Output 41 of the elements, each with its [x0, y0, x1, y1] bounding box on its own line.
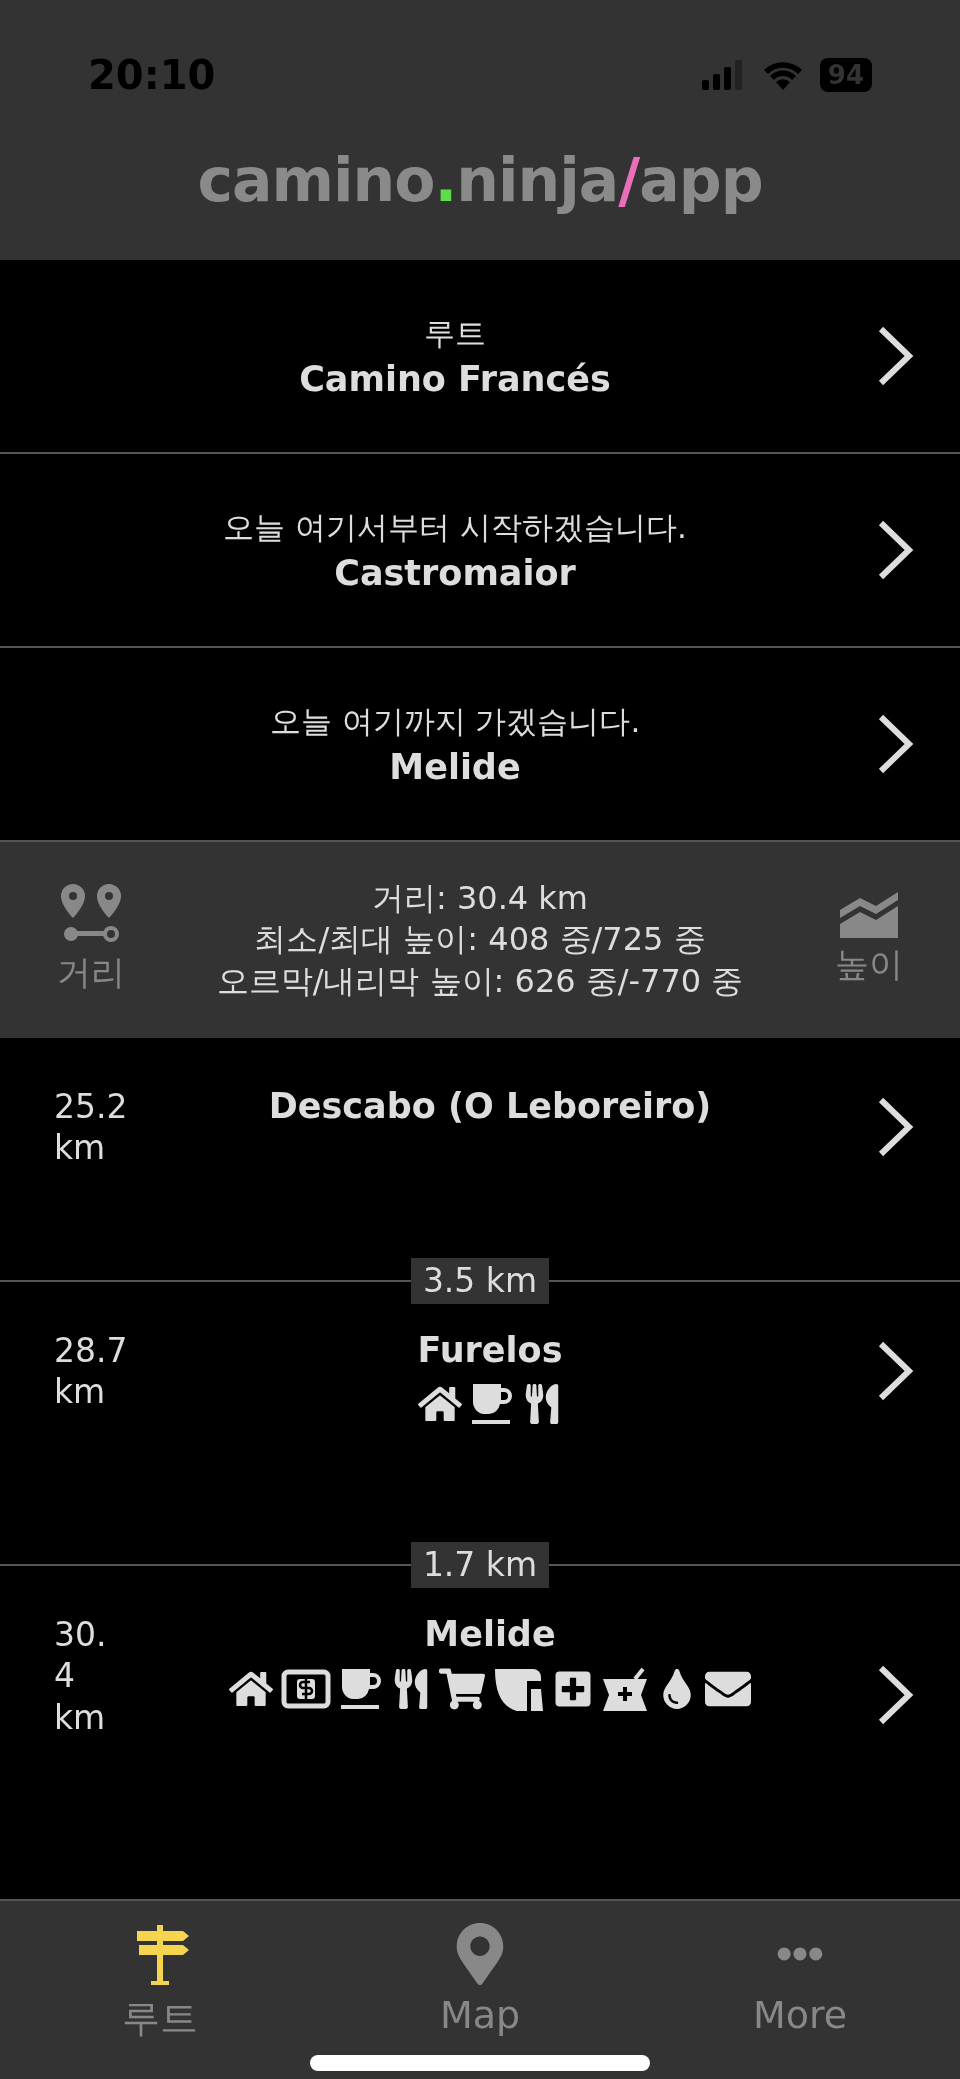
tab-label: Map: [439, 1993, 521, 2037]
chevron-right-icon: [876, 1664, 914, 1726]
selector-value: Camino Francés: [299, 359, 611, 399]
route-selector[interactable]: 루트 Camino Francés: [0, 260, 960, 454]
tab[interactable]: More: [640, 1901, 960, 2079]
segment-distance: 1.7 km: [410, 1541, 550, 1589]
tab[interactable]: 루트: [0, 1901, 320, 2079]
banknote-icon: [281, 1669, 331, 1709]
stop-name: Furelos: [417, 1330, 563, 1370]
stop-row[interactable]: 30. 4 km Melide: [0, 1592, 960, 1895]
chevron-right-icon: [876, 713, 914, 775]
selector-value: Castromaior: [334, 553, 576, 593]
stop-name: Melide: [424, 1614, 556, 1654]
route-summary: 거리: 30.4 km 최소/최대 높이: 408 중/725 중 오르막/내리막 높이: 626 중/-770 중: [216, 877, 744, 1002]
selector-value: Melide: [389, 747, 521, 787]
mortar-icon: [601, 1667, 649, 1711]
tab-label: 루트: [122, 1995, 198, 2042]
chevron-right-icon: [876, 1340, 914, 1402]
route-selector[interactable]: 오늘 여기서부터 시작하겠습니다. Castromaior: [0, 454, 960, 648]
shopping-cart-icon: [439, 1666, 485, 1712]
selector-label: 루트: [424, 314, 486, 353]
stop-name: Descabo (O Leboreiro): [268, 1086, 712, 1126]
chevron-right-icon: [876, 325, 914, 387]
coffee-cup-icon: [339, 1667, 383, 1711]
stop-distance: 28.7 km: [53, 1330, 129, 1413]
distance-label: 거리: [57, 951, 125, 994]
selector-label: 오늘 여기까지 가겠습니다.: [269, 702, 641, 741]
coffee-cup-icon: [470, 1382, 514, 1426]
tab-label: More: [752, 1993, 848, 2037]
elevation-label: 높이: [835, 943, 903, 986]
medical-cross-icon: [553, 1669, 593, 1709]
elevation-chart-icon: [840, 892, 898, 938]
stop-row[interactable]: 25.2 km Descabo (O Leboreiro): [0, 1038, 960, 1254]
stop-distance: 30. 4 km: [53, 1614, 108, 1738]
stop-row[interactable]: 28.7 km Furelos: [0, 1308, 960, 1538]
chevron-right-icon: [876, 1096, 914, 1158]
segment-distance: 3.5 km: [410, 1257, 550, 1305]
chevron-right-icon: [876, 519, 914, 581]
stop-distance: 25.2 km: [53, 1086, 129, 1169]
tab[interactable]: Map: [320, 1901, 640, 2079]
selector-label: 오늘 여기서부터 시작하겠습니다.: [223, 508, 687, 547]
